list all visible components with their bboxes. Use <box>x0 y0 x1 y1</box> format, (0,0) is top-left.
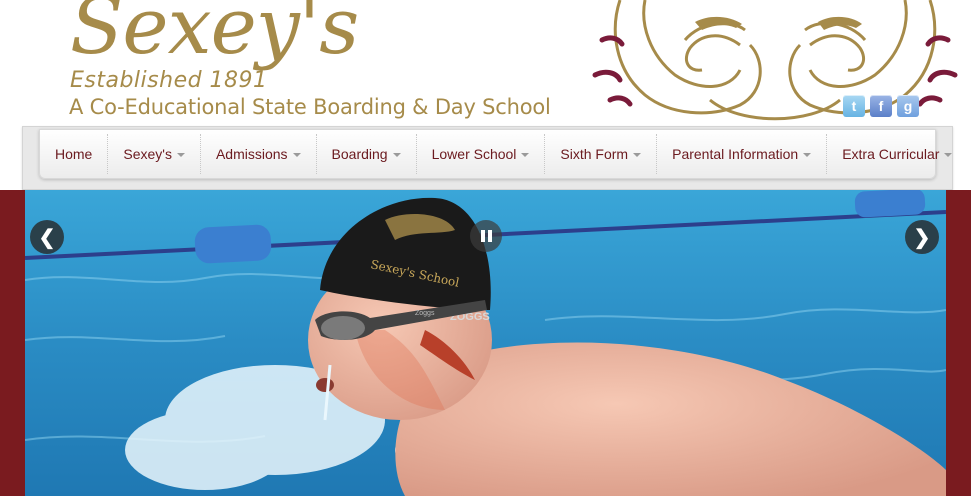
nav-item-extra-curricular[interactable]: Extra Curricular <box>827 134 967 174</box>
nav-item-home[interactable]: Home <box>40 134 109 174</box>
chevron-down-icon <box>176 153 185 157</box>
main-menu: Home Sexey's Admissions Boarding Lower S… <box>39 129 953 179</box>
chevron-down-icon <box>803 153 812 157</box>
nav-item-lower-school[interactable]: Lower School <box>417 134 546 174</box>
pause-slideshow-button[interactable] <box>470 220 502 252</box>
navigation-bar: Home Sexey's Admissions Boarding Lower S… <box>22 126 953 190</box>
nav-label: Sixth Form <box>560 146 629 162</box>
pause-icon <box>487 230 492 242</box>
chevron-down-icon <box>633 153 642 157</box>
chevron-down-icon <box>392 153 401 157</box>
nav-item-sexeys[interactable]: Sexey's <box>108 134 201 174</box>
nav-item-admissions[interactable]: Admissions <box>201 134 317 174</box>
chevron-down-icon <box>521 153 530 157</box>
nav-label: Home <box>55 146 93 162</box>
nav-item-parental-information[interactable]: Parental Information <box>657 134 828 174</box>
facebook-icon[interactable]: f <box>870 95 892 117</box>
chevron-down-icon <box>292 153 301 157</box>
twitter-icon[interactable]: t <box>843 95 865 117</box>
nav-item-boarding[interactable]: Boarding <box>317 134 417 174</box>
nav-label: Extra Curricular <box>842 146 940 162</box>
logo-established: Established 1891 <box>70 68 268 93</box>
nav-label: Admissions <box>215 146 288 162</box>
prev-slide-button[interactable]: ❮ <box>30 220 64 254</box>
nav-label: Sexey's <box>123 146 172 162</box>
nav-label: Lower School <box>431 146 517 162</box>
site-header: Sexey's Established 1891 A Co-Educationa… <box>0 0 971 130</box>
next-slide-button[interactable]: ❯ <box>905 220 939 254</box>
pause-icon <box>480 230 485 242</box>
nav-item-sixth-form[interactable]: Sixth Form <box>545 134 658 174</box>
logo-subtitle: A Co-Educational State Boarding & Day Sc… <box>69 95 551 119</box>
nav-label: Boarding <box>331 146 388 162</box>
google-icon[interactable]: g <box>897 95 919 117</box>
logo-title[interactable]: Sexey's <box>70 0 359 66</box>
nav-label: Parental Information <box>672 146 799 162</box>
chevron-down-icon <box>944 153 953 157</box>
goggle-brand: Zoggs <box>415 310 435 317</box>
